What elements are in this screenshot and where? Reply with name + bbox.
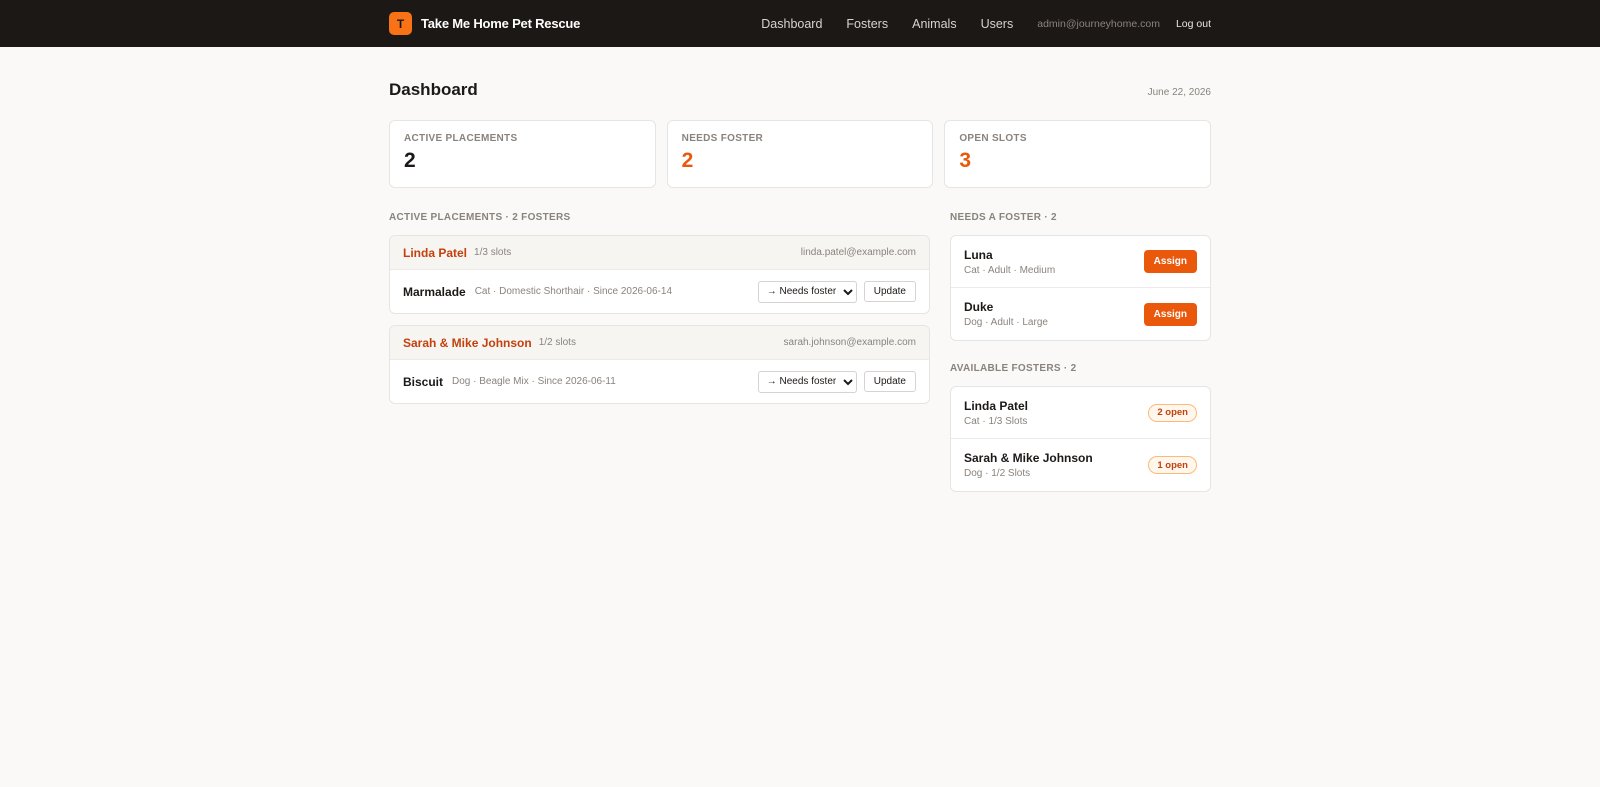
foster-header: Linda Patel 1/3 slots linda.patel@exampl…: [390, 236, 929, 270]
update-button[interactable]: Update: [863, 281, 916, 302]
status-select[interactable]: → Needs foster: [757, 370, 857, 393]
animal-name: Biscuit: [403, 374, 444, 389]
active-placements-section: ACTIVE PLACEMENTS · 2 FOSTERS Linda Pate…: [389, 212, 930, 492]
animal-name: Luna: [964, 247, 993, 262]
animal-name: Duke: [964, 300, 994, 314]
placement-row: Biscuit Dog · Beagle Mix · Since 2026-06…: [390, 360, 929, 403]
content-columns: ACTIVE PLACEMENTS · 2 FOSTERS Linda Pate…: [389, 212, 1211, 492]
animal-meta: Dog · Adult · Large: [964, 317, 1048, 328]
foster-header: Sarah & Mike Johnson 1/2 slots sarah.joh…: [390, 326, 929, 360]
stat-label: OPEN SLOTS: [959, 133, 1027, 144]
list-item: Luna Cat · Adult · Medium Assign: [951, 236, 1210, 288]
foster-name: Sarah & Mike Johnson: [964, 451, 1093, 465]
foster-meta: Cat · 1/3 Slots: [964, 415, 1028, 427]
foster-name: Linda Patel: [964, 398, 1029, 413]
placement-row: Marmalade Cat · Domestic Shorthair · Sin…: [390, 270, 929, 313]
open-slots-badge: 1 open: [1148, 456, 1197, 474]
animal-meta: Dog · Beagle Mix · Since 2026-06-11: [452, 376, 616, 387]
assign-button[interactable]: Assign: [1143, 250, 1197, 273]
stat-card-open-slots: OPEN SLOTS 3: [944, 120, 1212, 188]
row-actions: → Needs foster Update: [757, 370, 916, 393]
brand[interactable]: T Take Me Home Pet Rescue: [389, 12, 580, 35]
sidebar-column: NEEDS A FOSTER · 2 Luna Cat · Adult · Me…: [950, 212, 1211, 492]
list-item: Duke Dog · Adult · Large Assign: [951, 288, 1210, 340]
row-actions: → Needs foster Update: [757, 280, 916, 303]
stat-value: 2: [681, 149, 694, 172]
stat-value: 2: [404, 149, 416, 172]
main-content: Dashboard June 22, 2026 ACTIVE PLACEMENT…: [389, 47, 1212, 492]
page-date: June 22, 2026: [1147, 86, 1211, 98]
stats-row: ACTIVE PLACEMENTS 2 NEEDS FOSTER 2 OPEN …: [389, 120, 1212, 188]
nav-link-users[interactable]: Users: [981, 17, 1014, 31]
brand-name: Take Me Home Pet Rescue: [421, 16, 581, 31]
main-nav: Dashboard Fosters Animals Users admin@jo…: [761, 17, 1211, 31]
brand-logo-icon: T: [389, 12, 412, 35]
status-select[interactable]: → Needs foster: [757, 280, 857, 303]
open-slots-badge: 2 open: [1148, 403, 1197, 422]
foster-email: linda.patel@example.com: [800, 247, 916, 258]
stat-value: 3: [959, 149, 972, 172]
section-label: NEEDS A FOSTER · 2: [950, 212, 1057, 223]
nav-link-fosters[interactable]: Fosters: [846, 17, 888, 31]
foster-card: Linda Patel 1/3 slots linda.patel@exampl…: [389, 235, 930, 314]
foster-slots: 1/2 slots: [538, 337, 576, 348]
stat-card-active-placements: ACTIVE PLACEMENTS 2: [389, 120, 656, 188]
stat-label: ACTIVE PLACEMENTS: [404, 133, 518, 144]
stat-label: NEEDS FOSTER: [681, 133, 764, 144]
page-title: Dashboard: [389, 80, 478, 99]
logout-button[interactable]: Log out: [1176, 18, 1211, 30]
section-label: ACTIVE PLACEMENTS · 2 FOSTERS: [389, 212, 571, 223]
nav-link-dashboard[interactable]: Dashboard: [761, 17, 822, 31]
animal-name: Marmalade: [403, 284, 466, 299]
section-label: AVAILABLE FOSTERS · 2: [950, 363, 1077, 374]
nav-link-animals[interactable]: Animals: [912, 17, 956, 31]
page-header: Dashboard June 22, 2026: [389, 77, 1211, 103]
foster-meta: Dog · 1/2 Slots: [964, 468, 1031, 479]
list-item[interactable]: Sarah & Mike Johnson Dog · 1/2 Slots 1 o…: [951, 439, 1210, 491]
update-button[interactable]: Update: [863, 371, 916, 392]
user-email: admin@journeyhome.com: [1037, 17, 1160, 30]
available-fosters-card: Linda Patel Cat · 1/3 Slots 2 open Sarah…: [950, 386, 1211, 492]
foster-slots: 1/3 slots: [474, 247, 512, 258]
foster-name-link[interactable]: Sarah & Mike Johnson: [403, 336, 532, 350]
animal-meta: Cat · Domestic Shorthair · Since 2026-06…: [474, 286, 673, 297]
foster-name-link[interactable]: Linda Patel: [403, 246, 467, 260]
needs-foster-card: Luna Cat · Adult · Medium Assign Duke Do…: [950, 235, 1211, 341]
list-item[interactable]: Linda Patel Cat · 1/3 Slots 2 open: [951, 387, 1210, 439]
assign-button[interactable]: Assign: [1143, 302, 1197, 326]
top-navbar: T Take Me Home Pet Rescue Dashboard Fost…: [0, 0, 1600, 47]
foster-card: Sarah & Mike Johnson 1/2 slots sarah.joh…: [389, 325, 930, 404]
stat-card-needs-foster: NEEDS FOSTER 2: [666, 120, 934, 188]
animal-meta: Cat · Adult · Medium: [964, 264, 1056, 276]
foster-email: sarah.johnson@example.com: [783, 337, 916, 348]
